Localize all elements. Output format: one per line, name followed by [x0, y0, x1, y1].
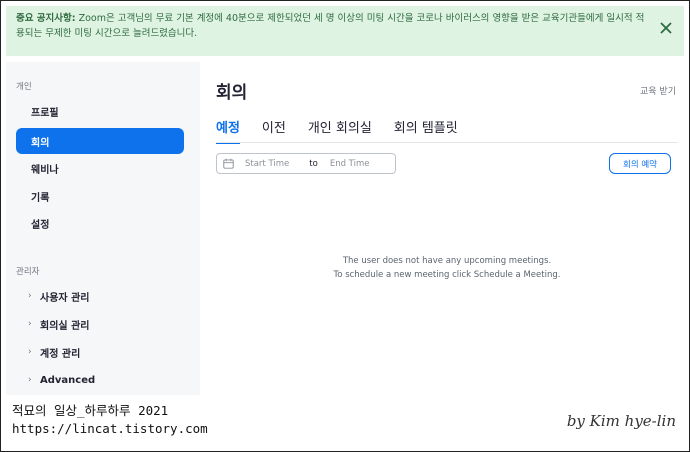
meeting-tabs: 예정 이전 개인 회의실 회의 템플릿 [216, 117, 480, 144]
watermark-line1: 적묘의 일상_하루하루 2021 [12, 403, 169, 418]
sidebar-item-label: 계정 관리 [40, 348, 81, 360]
empty-state-line2: To schedule a new meeting click Schedule… [333, 270, 561, 280]
chevron-right-icon: › [28, 375, 32, 385]
sidebar-item-label: Advanced [40, 374, 96, 386]
main-content: 회의 교육 받기 예정 이전 개인 회의실 회의 템플릿 Start Time … [200, 62, 684, 395]
blog-watermark: 적묘의 일상_하루하루 2021 https://lincat.tistory.… [12, 402, 208, 438]
page-title: 회의 [216, 83, 248, 103]
empty-state-line1: The user does not have any upcoming meet… [342, 256, 552, 266]
sidebar-heading-personal: 개인 [16, 82, 32, 92]
sidebar-item-room-management[interactable]: › 회의실 관리 [16, 311, 184, 337]
end-time-field[interactable]: End Time [330, 159, 370, 169]
tabs-divider [216, 142, 678, 143]
sidebar-item-user-management[interactable]: › 사용자 관리 [16, 283, 184, 309]
watermark-url: https://lincat.tistory.com [12, 421, 208, 436]
start-time-field[interactable]: Start Time [245, 159, 289, 169]
tab-meeting-templates[interactable]: 회의 템플릿 [394, 117, 458, 144]
tab-personal-room[interactable]: 개인 회의실 [308, 117, 372, 144]
sidebar-item-label: 사용자 관리 [40, 292, 90, 304]
sidebar-item-recordings[interactable]: 기록 [16, 183, 184, 209]
notice-banner: 중요 공지사항: Zoom은 고객님의 무료 기본 계정에 40분으로 제한되었… [6, 6, 684, 56]
date-range-separator: to [309, 158, 318, 169]
calendar-icon [223, 157, 237, 171]
sidebar-item-advanced[interactable]: › Advanced [16, 367, 184, 393]
chevron-right-icon: › [28, 291, 32, 301]
date-range-picker[interactable]: Start Time to End Time [216, 153, 396, 174]
close-icon[interactable] [656, 18, 676, 38]
tab-previous[interactable]: 이전 [262, 117, 286, 144]
empty-state: The user does not have any upcoming meet… [216, 254, 678, 282]
chevron-right-icon: › [28, 319, 32, 329]
notice-label: 중요 공지사항: [16, 13, 76, 24]
sidebar: 개인 프로필 회의 웨비나 기록 설정 관리자 › 사용자 관리 › 회의실 관… [6, 62, 200, 395]
chevron-right-icon: › [28, 347, 32, 357]
sidebar-item-account-management[interactable]: › 계정 관리 [16, 339, 184, 365]
sidebar-item-settings[interactable]: 설정 [16, 210, 184, 236]
signature: by Kim hye-lin [566, 412, 676, 430]
notice-text: Zoom은 고객님의 무료 기본 계정에 40분으로 제한되었던 세 명 이상의… [16, 13, 645, 39]
sidebar-item-meetings[interactable]: 회의 [16, 128, 184, 154]
tab-upcoming[interactable]: 예정 [216, 117, 240, 144]
sidebar-item-webinars[interactable]: 웨비나 [16, 155, 184, 181]
sidebar-heading-admin: 관리자 [16, 267, 40, 277]
sidebar-item-label: 회의실 관리 [40, 320, 90, 332]
schedule-meeting-button[interactable]: 회의 예약 [609, 153, 671, 174]
get-training-link[interactable]: 교육 받기 [640, 84, 676, 97]
sidebar-item-profile[interactable]: 프로필 [16, 98, 184, 124]
